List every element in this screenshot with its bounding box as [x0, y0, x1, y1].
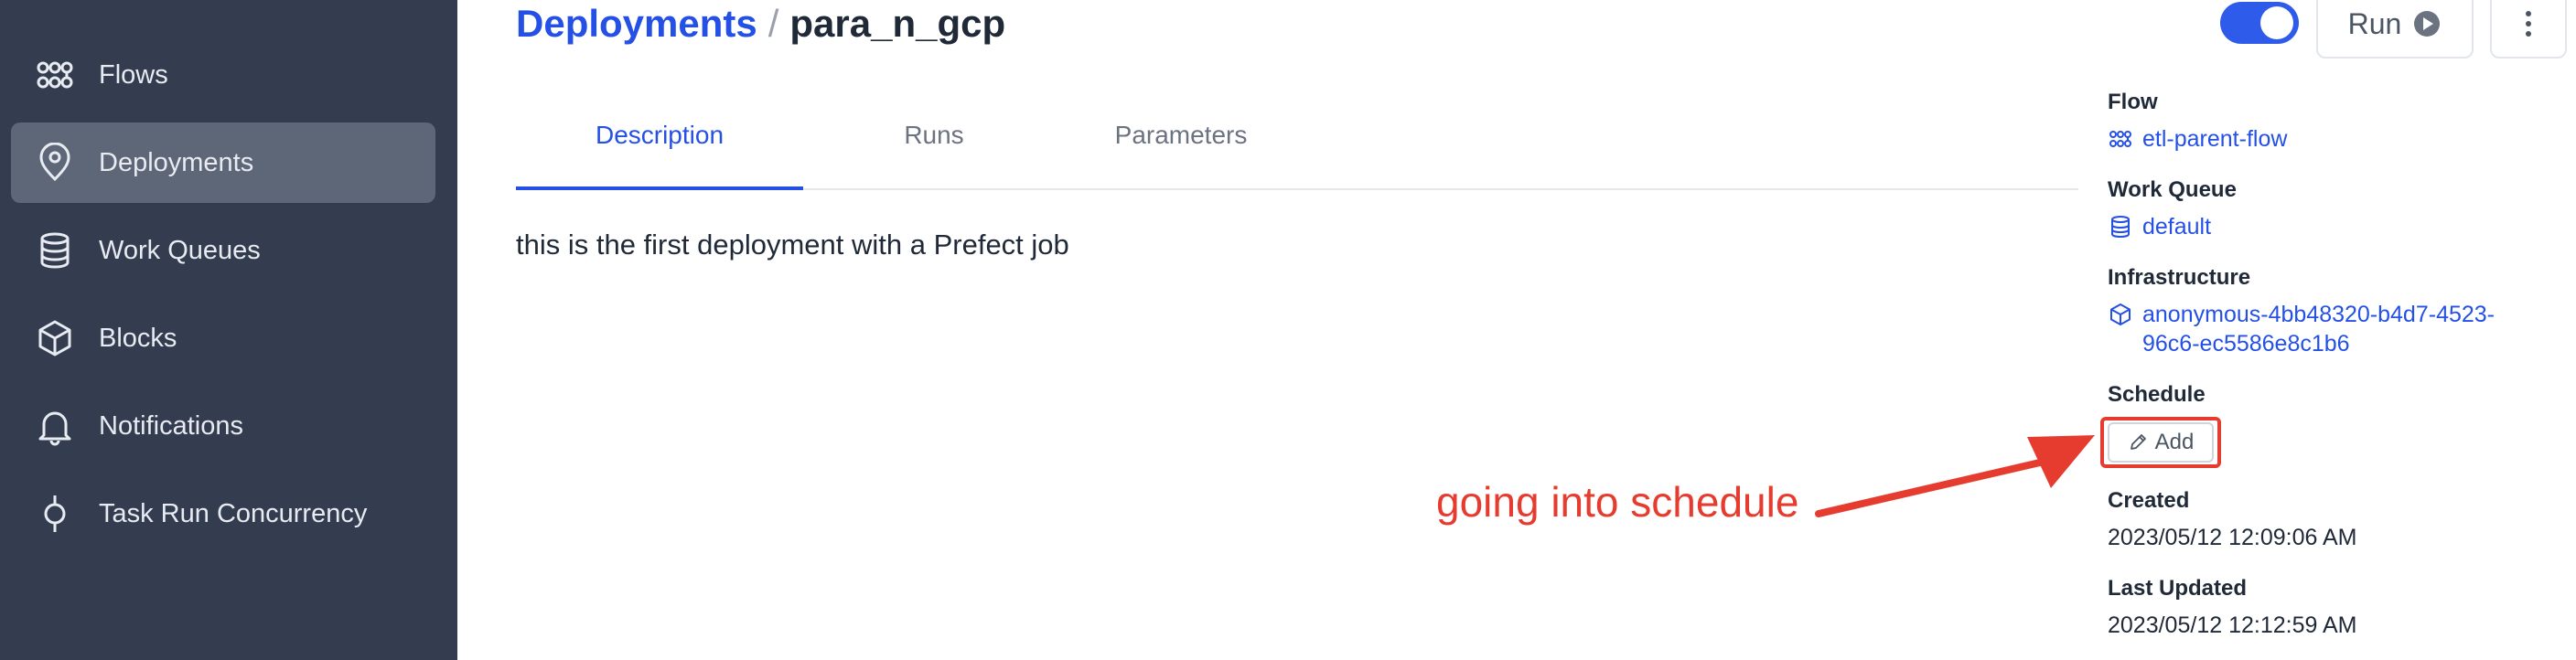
run-button[interactable]: Run: [2316, 0, 2474, 59]
concurrency-icon: [35, 494, 75, 534]
tab-parameters[interactable]: Parameters: [1037, 108, 1325, 190]
sidebar-item-label: Blocks: [99, 323, 177, 353]
work-queue-link-text: default: [2142, 214, 2212, 240]
add-schedule-label: Add: [2154, 430, 2195, 454]
sidebar-item-task-run-concurrency[interactable]: Task Run Concurrency: [11, 474, 435, 554]
toggle-knob: [2260, 6, 2293, 39]
flow-link[interactable]: etl-parent-flow: [2108, 124, 2287, 154]
location-pin-icon: [35, 143, 75, 183]
infrastructure-link-text: anonymous-4bb48320-b4d7-4523-96c6-ec5586…: [2142, 302, 2496, 357]
sidebar-item-blocks[interactable]: Blocks: [11, 298, 435, 378]
flow-label: Flow: [2108, 90, 2158, 114]
schedule-label: Schedule: [2108, 382, 2206, 407]
database-icon: [35, 230, 75, 271]
breadcrumb-separator: /: [767, 2, 779, 45]
tab-runs[interactable]: Runs: [790, 108, 1078, 190]
add-schedule-button[interactable]: Add: [2108, 422, 2214, 463]
sidebar-item-flows[interactable]: Flows: [11, 35, 435, 115]
main-content: Deployments / para_n_gcp Run Description R…: [457, 0, 2576, 660]
work-queue-label: Work Queue: [2108, 177, 2237, 202]
last-updated-value: 2023/05/12 12:12:59 AM: [2108, 612, 2357, 638]
sidebar-item-label: Deployments: [99, 147, 254, 177]
annotation-text: going into schedule: [1436, 478, 1799, 526]
cube-icon: [2108, 302, 2133, 327]
breadcrumb-deployments-link[interactable]: Deployments: [516, 2, 757, 45]
work-queue-link[interactable]: default: [2108, 212, 2211, 241]
sidebar-item-label: Work Queues: [99, 235, 261, 265]
page-title: Deployments / para_n_gcp: [516, 2, 1005, 46]
app-window: Flows Deployments Work Queues Blocks Not…: [0, 0, 2576, 660]
schedule-active-toggle[interactable]: [2220, 2, 2299, 44]
created-value: 2023/05/12 12:09:06 AM: [2108, 525, 2357, 550]
annotation-arrow: [1815, 435, 2095, 517]
flow-link-text: etl-parent-flow: [2142, 126, 2288, 152]
deployment-description: this is the first deployment with a Pref…: [516, 229, 1069, 261]
sidebar: Flows Deployments Work Queues Blocks Not…: [0, 0, 457, 660]
sidebar-item-work-queues[interactable]: Work Queues: [11, 210, 435, 291]
flows-icon: [35, 55, 75, 95]
sidebar-item-label: Notifications: [99, 410, 243, 441]
infrastructure-label: Infrastructure: [2108, 265, 2251, 290]
bell-icon: [35, 406, 75, 446]
sidebar-item-deployments[interactable]: Deployments: [11, 122, 435, 203]
created-label: Created: [2108, 488, 2190, 513]
run-button-label: Run: [2347, 6, 2402, 40]
tab-bar: Description Runs Parameters: [516, 108, 2078, 190]
sidebar-item-notifications[interactable]: Notifications: [11, 386, 435, 466]
breadcrumb-current: para_n_gcp: [789, 2, 1006, 45]
sidebar-item-label: Task Run Concurrency: [99, 498, 368, 528]
kebab-menu-icon: [2524, 10, 2533, 37]
pencil-icon: [2128, 432, 2148, 452]
more-options-button[interactable]: [2490, 0, 2567, 59]
database-icon: [2108, 214, 2133, 240]
tab-description[interactable]: Description: [516, 108, 803, 190]
infrastructure-link[interactable]: anonymous-4bb48320-b4d7-4523-96c6-ec5586…: [2108, 300, 2545, 358]
play-icon: [2412, 9, 2442, 38]
partial-nav-icon: [35, 0, 75, 4]
sidebar-item-label: Flows: [99, 59, 168, 90]
flows-icon: [2108, 126, 2133, 152]
last-updated-label: Last Updated: [2108, 576, 2248, 601]
cube-icon: [35, 318, 75, 358]
